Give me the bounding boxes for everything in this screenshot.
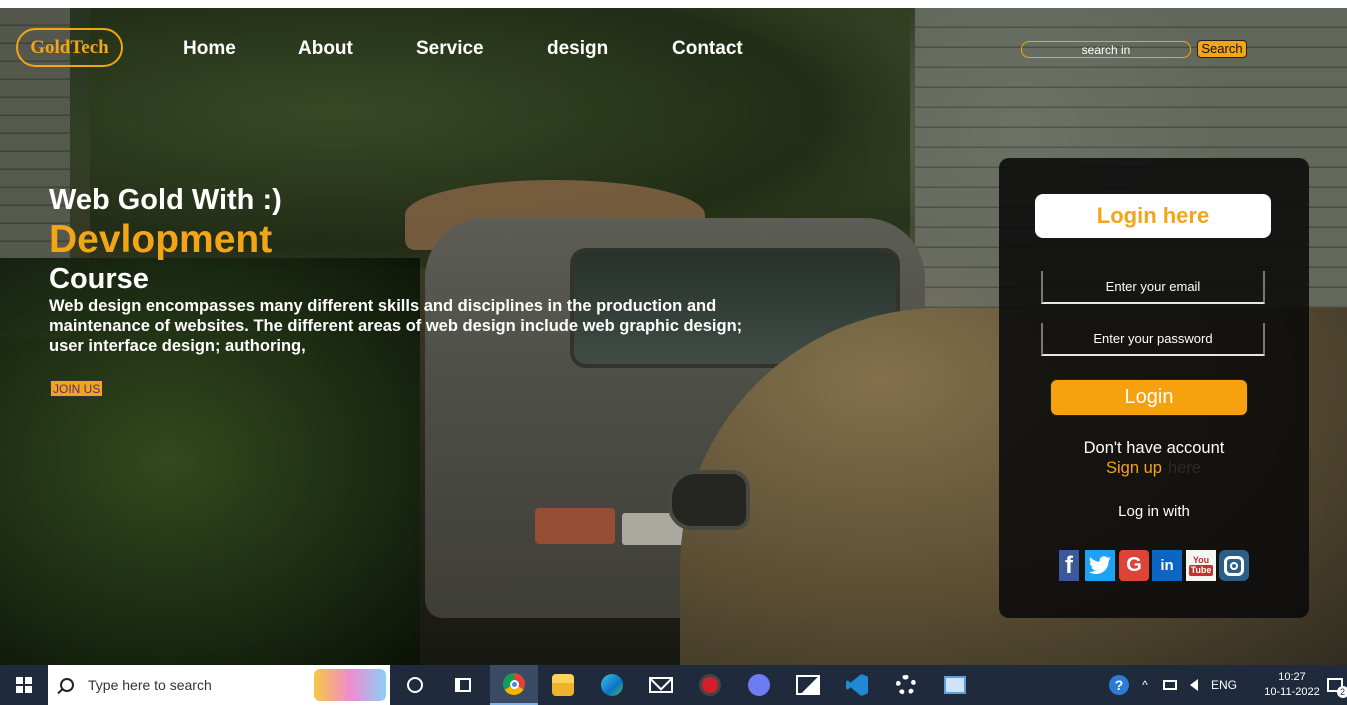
nav-home[interactable]: Home — [183, 38, 236, 60]
youtube-icon-top: You — [1192, 554, 1210, 565]
notification-icon[interactable]: 2 — [1322, 665, 1347, 705]
search-icon — [60, 678, 74, 692]
task-view-icon[interactable] — [439, 665, 487, 705]
vscode-icon[interactable] — [833, 665, 881, 705]
chrome-icon[interactable] — [490, 665, 538, 705]
control-panel-icon[interactable] — [931, 665, 979, 705]
hero-heading-line3: Course — [49, 263, 149, 295]
volume-icon[interactable] — [1183, 665, 1205, 705]
hero-background: GoldTech Home About Service design Conta… — [0, 8, 1347, 665]
search-highlight-image — [314, 669, 386, 701]
language-indicator[interactable]: ENG — [1211, 665, 1237, 705]
taskbar-search-placeholder: Type here to search — [88, 677, 212, 693]
password-field[interactable] — [1041, 323, 1265, 356]
start-button[interactable] — [0, 665, 47, 705]
signup-row: Sign up here — [1106, 459, 1201, 478]
photos-icon[interactable] — [784, 665, 832, 705]
email-field[interactable] — [1041, 271, 1265, 304]
cortana-icon[interactable] — [391, 665, 439, 705]
nav-about[interactable]: About — [298, 38, 353, 60]
edge-icon[interactable] — [588, 665, 636, 705]
network-icon[interactable] — [1159, 665, 1181, 705]
linkedin-icon[interactable]: in — [1152, 550, 1182, 581]
login-button[interactable]: Login — [1050, 379, 1248, 416]
youtube-icon[interactable]: You Tube — [1186, 550, 1216, 581]
hero-description: Web design encompasses many different sk… — [49, 297, 743, 355]
youtube-icon-bottom: Tube — [1188, 564, 1214, 576]
signup-link[interactable]: Sign up — [1106, 459, 1162, 477]
windows-icon — [15, 677, 32, 693]
nav-service[interactable]: Service — [416, 38, 484, 60]
taskbar: Type here to search ? ^ ENG 10:27 10-11-… — [0, 665, 1347, 705]
chevron-up-icon[interactable]: ^ — [1136, 665, 1154, 705]
file-explorer-icon[interactable] — [539, 665, 587, 705]
search-input[interactable] — [1021, 41, 1191, 58]
hero-heading-line1: Web Gold With :) — [49, 184, 282, 216]
clock[interactable]: 10:27 10-11-2022 — [1262, 670, 1322, 700]
hero-heading-highlight: Devlopment — [49, 218, 273, 261]
settings-icon[interactable] — [882, 665, 930, 705]
search-button[interactable]: Search — [1197, 40, 1247, 58]
security-app-icon[interactable] — [686, 665, 734, 705]
mail-icon[interactable] — [637, 665, 685, 705]
discord-icon[interactable] — [735, 665, 783, 705]
join-us-button[interactable]: JOIN US — [50, 380, 104, 397]
facebook-icon[interactable]: f — [1059, 550, 1079, 581]
site-logo[interactable]: GoldTech — [16, 28, 123, 67]
google-icon[interactable]: G — [1119, 550, 1149, 581]
instagram-icon[interactable] — [1219, 550, 1249, 581]
clock-time: 10:27 — [1278, 671, 1306, 683]
twitter-icon[interactable] — [1085, 550, 1115, 581]
notification-count: 2 — [1336, 686, 1347, 698]
no-account-text: Don't have account — [1083, 439, 1225, 457]
login-panel: Login here Login Don't have account Sign… — [999, 158, 1309, 618]
login-with-text: Log in with — [1118, 503, 1190, 520]
nav-design[interactable]: design — [547, 38, 608, 60]
taskbar-search[interactable]: Type here to search — [48, 665, 390, 705]
signup-suffix: here — [1167, 459, 1201, 477]
help-icon[interactable]: ? — [1106, 665, 1132, 705]
login-title: Login here — [1035, 194, 1271, 238]
clock-date: 10-11-2022 — [1264, 686, 1320, 698]
nav-contact[interactable]: Contact — [672, 38, 743, 60]
